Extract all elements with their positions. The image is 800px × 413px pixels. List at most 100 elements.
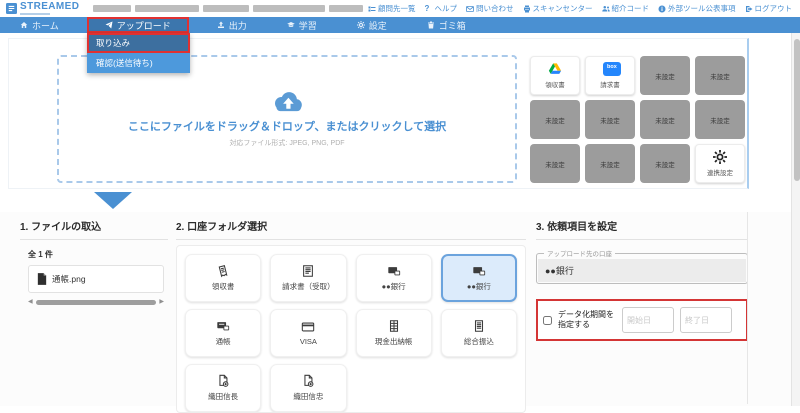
redacted-account-name <box>93 5 364 12</box>
folder-card[interactable]: 総合振込 <box>440 309 517 357</box>
nav-item[interactable]: 学習 <box>275 17 329 33</box>
integration-cell[interactable]: 未設定 <box>640 100 690 139</box>
gdrive-icon <box>548 62 562 76</box>
integration-cell[interactable]: 未設定 <box>585 144 635 183</box>
brand[interactable]: STREAMED <box>6 2 79 15</box>
filegear-icon <box>301 374 315 388</box>
data-period-annotation-box: データ化期間を指定する <box>536 299 748 341</box>
logout-icon <box>745 5 753 13</box>
page-scrollbar[interactable] <box>791 33 800 406</box>
header-link[interactable]: ログアウト <box>745 3 792 14</box>
output-icon <box>217 21 225 29</box>
folder-card[interactable]: 通帳 <box>185 309 262 357</box>
ledger-icon <box>387 319 401 333</box>
section-request-settings: 3. 依頼項目を設定 アップロード先の口座 ●●銀行 データ化期間を指定する <box>536 218 748 341</box>
file-item[interactable]: 通帳.png <box>28 265 164 293</box>
gear-icon <box>356 21 365 29</box>
nav-item[interactable]: ホーム <box>8 17 71 33</box>
bank-icon <box>472 264 486 278</box>
scroll-left-icon[interactable]: ◀ <box>28 299 33 305</box>
section-folder-select: 2. 口座フォルダ選択 領収書 請求書（受取） ●●銀行 ●●銀行 通帳 VIS… <box>176 218 526 413</box>
integration-cell[interactable]: 未設定 <box>695 56 745 95</box>
users-icon <box>601 5 610 13</box>
file-icon <box>37 273 47 285</box>
clients-icon <box>368 5 376 13</box>
section-file-import: 1. ファイルの取込 全 1 件 通帳.png ◀ ▶ <box>20 218 168 305</box>
nav-item[interactable]: ゴミ箱 <box>415 17 478 33</box>
period-checkbox[interactable] <box>543 315 552 325</box>
main-navbar: ホーム アップロード 出力 学習 設定 ゴミ箱 <box>0 17 800 33</box>
box-icon: box <box>603 62 621 76</box>
integration-cell[interactable]: 未設定 <box>640 144 690 183</box>
integration-cell[interactable]: 未設定 <box>530 144 580 183</box>
help-icon: ? <box>424 3 430 13</box>
home-icon <box>20 21 28 29</box>
printer-icon <box>523 5 531 13</box>
folder-card[interactable]: 織田信長 <box>185 364 262 412</box>
header-link[interactable]: 顧問先一覧 <box>368 3 416 14</box>
folder-card[interactable]: 現金出納帳 <box>355 309 432 357</box>
card-icon <box>301 320 315 334</box>
dropdown-item[interactable]: 取り込み <box>87 33 190 53</box>
info-icon <box>658 5 666 13</box>
end-date-input[interactable] <box>680 307 732 333</box>
start-date-input[interactable] <box>622 307 674 333</box>
upload-account-label: アップロード先の口座 <box>547 251 612 258</box>
integration-cell[interactable]: box 請求書 <box>585 56 635 95</box>
upload-account-value: ●●銀行 <box>538 259 746 282</box>
bank-icon <box>387 264 401 278</box>
folder-card[interactable]: 領収書 <box>185 254 262 302</box>
header-link[interactable]: スキャンセンター <box>523 3 593 14</box>
scrollbar-thumb[interactable] <box>35 299 157 305</box>
period-checkbox-label: データ化期間を指定する <box>558 309 614 329</box>
header-link[interactable]: 紹介コード <box>601 3 649 14</box>
integration-grid: 領収書 box 請求書 未設定 未設定 未設定 未設定 未設定 未設定 未設定 … <box>530 56 745 183</box>
folder-card[interactable]: 織田信忠 <box>270 364 347 412</box>
section2-title: 2. 口座フォルダ選択 <box>176 218 526 240</box>
page-scrollbar-thumb[interactable] <box>793 39 800 181</box>
folder-card[interactable]: VISA <box>270 309 347 357</box>
upload-dropdown-menu: 取り込み 確認(送信待ち) <box>87 33 190 73</box>
nav-item[interactable]: アップロード <box>86 17 189 33</box>
integration-cell[interactable]: 未設定 <box>585 100 635 139</box>
file-list-scrollbar: ◀ ▶ <box>28 299 164 305</box>
upload-account-field: アップロード先の口座 ●●銀行 <box>536 248 748 284</box>
file-dropzone[interactable]: ここにファイルをドラッグ＆ドロップ、またはクリックして選択 対応ファイル形式: … <box>57 55 517 183</box>
bottom-right-rule <box>747 212 748 404</box>
dropdown-item[interactable]: 確認(送信待ち) <box>87 53 190 73</box>
trash-icon <box>427 21 435 29</box>
bottom-area: 1. ファイルの取込 全 1 件 通帳.png ◀ ▶ 2. 口座フォルダ選択 … <box>0 212 800 413</box>
dropzone-formats: 対応ファイル形式: JPEG, PNG, PDF <box>229 140 345 147</box>
doc-icon <box>472 319 486 333</box>
scroll-right-icon[interactable]: ▶ <box>159 299 164 305</box>
logo-tagline-bar <box>20 13 50 15</box>
streamed-logo-text: STREAMED <box>20 1 80 12</box>
integration-cell[interactable]: 未設定 <box>530 100 580 139</box>
integration-cell[interactable]: 連携設定 <box>695 144 745 183</box>
invoice-icon <box>301 264 315 278</box>
filegear-icon <box>216 374 230 388</box>
nav-item[interactable]: 出力 <box>205 17 259 33</box>
plane-icon <box>105 21 113 29</box>
file-count: 全 1 件 <box>28 250 53 259</box>
integration-cell[interactable]: 領収書 <box>530 56 580 95</box>
section1-title: 1. ファイルの取込 <box>20 218 168 240</box>
integration-cell[interactable]: 未設定 <box>695 100 745 139</box>
nav-item[interactable]: 設定 <box>345 17 399 33</box>
streamed-logo-icon <box>6 3 17 14</box>
cloud-upload-icon <box>270 90 304 114</box>
folder-card[interactable]: ●●銀行 <box>355 254 432 302</box>
passbook-icon <box>216 319 230 333</box>
receipt-icon <box>216 264 230 278</box>
header-link[interactable]: 外部ツール公表事項 <box>658 3 736 14</box>
folder-card[interactable]: 請求書（受取） <box>270 254 347 302</box>
header-link[interactable]: 問い合わせ <box>466 3 514 14</box>
gear-icon <box>713 150 727 164</box>
folder-card[interactable]: ●●銀行 <box>440 254 517 302</box>
integration-cell[interactable]: 未設定 <box>640 56 690 95</box>
file-list: 通帳.png <box>28 265 164 293</box>
flow-down-arrow <box>94 192 132 209</box>
folder-grid: 領収書 請求書（受取） ●●銀行 ●●銀行 通帳 VISA 現金出納帳 総合振込… <box>176 245 526 413</box>
header-link[interactable]: ? ヘルプ <box>425 3 458 14</box>
dropzone-text: ここにファイルをドラッグ＆ドロップ、またはクリックして選択 <box>127 121 447 133</box>
